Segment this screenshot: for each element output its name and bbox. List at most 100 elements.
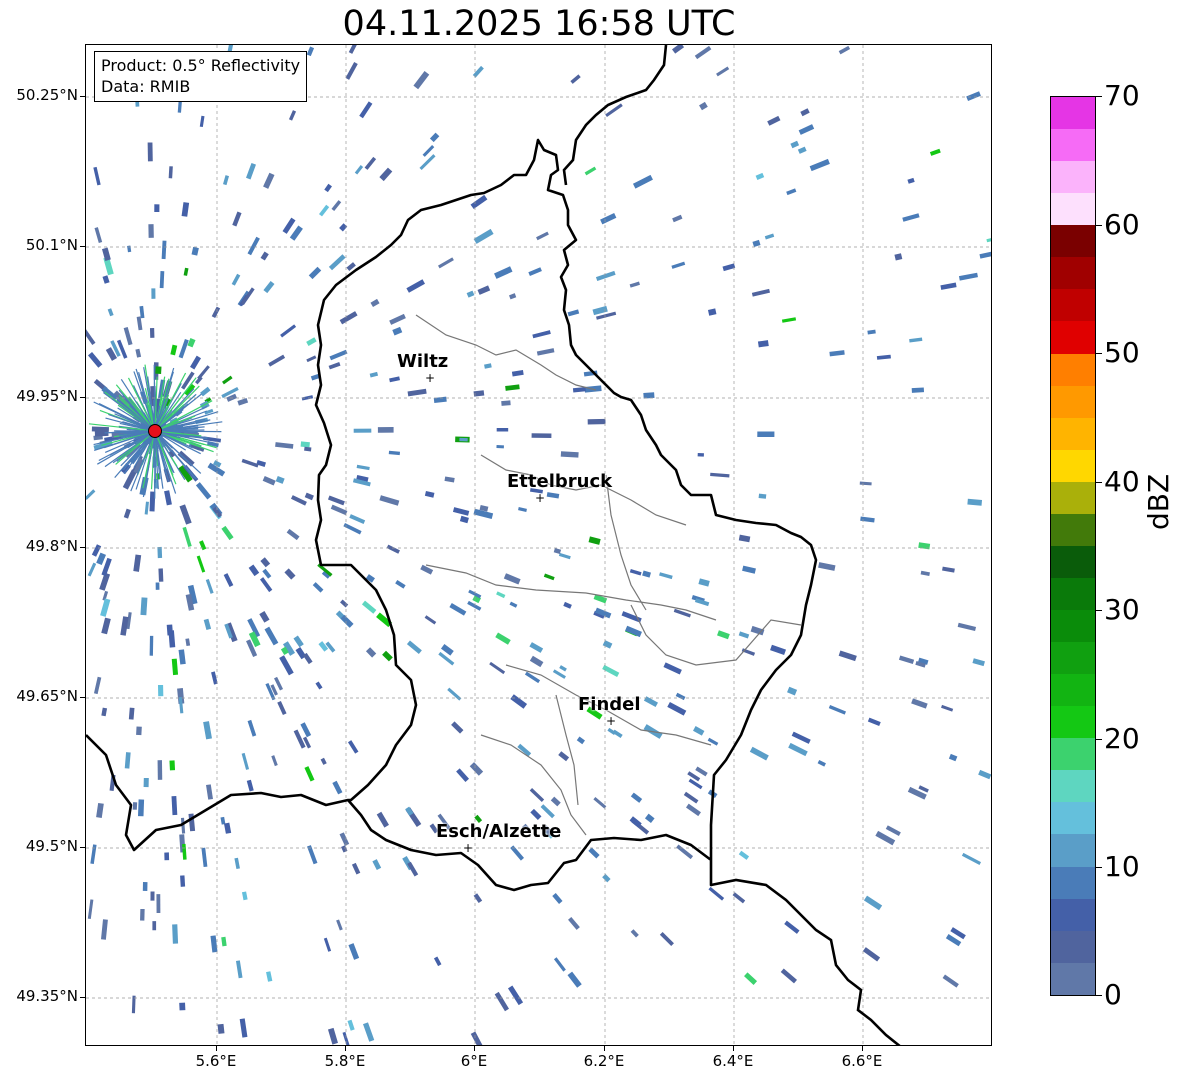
radar-echo [284, 568, 296, 580]
radar-echo [96, 802, 104, 818]
radar-echo [382, 650, 393, 662]
lat-tick-mark [80, 96, 85, 97]
radar-echo [898, 655, 915, 664]
radar-echo [770, 644, 787, 656]
lat-tick-mark [80, 847, 85, 848]
radar-echo [93, 676, 102, 695]
radar-echo [388, 450, 401, 456]
radar-echo [389, 313, 406, 325]
colorbar-segment [1051, 97, 1095, 130]
radar-echo [529, 655, 544, 668]
radar-site-marker [148, 424, 162, 438]
radar-echo [560, 451, 579, 458]
lon-tick-label: 6.4°E [712, 1052, 754, 1070]
radar-echo [151, 288, 156, 299]
radar-echo [234, 857, 240, 870]
radar-echo [359, 101, 373, 119]
radar-map[interactable] [85, 44, 992, 1046]
radar-echo [867, 329, 876, 335]
radar-echo [717, 630, 730, 640]
radar-echo [152, 921, 157, 931]
radar-echo [304, 766, 315, 782]
lon-tick-label: 5.6°E [195, 1052, 237, 1070]
radar-echo [241, 458, 259, 468]
colorbar-segment [1051, 225, 1095, 258]
radar-echo [576, 736, 585, 745]
city-label-ettelbruck: Ettelbruck [507, 471, 613, 492]
colorbar-tick [1096, 995, 1102, 996]
radar-echo [630, 929, 639, 938]
radar-echo [221, 936, 227, 947]
radar-echo [902, 213, 920, 222]
radar-echo [495, 632, 511, 645]
lon-tick-label: 6.6°E [841, 1052, 883, 1070]
radar-echo [101, 707, 108, 717]
radar-echo [698, 578, 710, 587]
lat-tick-label: 49.35°N [16, 987, 78, 1005]
district-boundary [605, 474, 647, 611]
radar-echo [505, 384, 520, 391]
radar-echo [791, 731, 811, 744]
colorbar-segment [1051, 193, 1095, 226]
radar-echo [206, 784, 213, 800]
radar-echo [859, 481, 872, 486]
city-marker: + [535, 491, 546, 505]
radar-echo [788, 742, 808, 757]
lon-tick-mark [604, 1046, 605, 1051]
radar-echo [386, 544, 400, 554]
radar-echo [377, 427, 394, 433]
colorbar-tick [1096, 225, 1102, 226]
radar-echo [595, 270, 616, 282]
radar-echo [300, 722, 312, 738]
lon-tick-label: 5.8°E [324, 1052, 366, 1070]
radar-echo [738, 850, 750, 860]
radar-echo [94, 227, 103, 243]
radar-echo [164, 490, 172, 506]
radar-echo [742, 565, 756, 574]
radar-echo [536, 348, 555, 356]
radar-echo [941, 704, 954, 712]
colorbar-segment [1051, 321, 1095, 354]
radar-echo [329, 349, 348, 361]
radar-echo [183, 267, 189, 276]
radar-echo [158, 568, 164, 582]
radar-echo [137, 799, 145, 817]
radar-echo [205, 578, 214, 594]
radar-echo [318, 641, 329, 652]
radar-echo [911, 387, 925, 393]
colorbar-segment [1051, 577, 1095, 610]
radar-echo [340, 614, 354, 628]
radar-echo [451, 721, 464, 734]
radar-echo [157, 684, 164, 697]
radar-echo [438, 651, 455, 666]
colorbar-label: 30 [1104, 593, 1140, 626]
radar-echo [100, 598, 111, 617]
colorbar-segment [1051, 481, 1095, 514]
colorbar-segment [1051, 738, 1095, 771]
radar-echo [364, 156, 377, 170]
radar-echo [966, 91, 981, 101]
radar-echo [447, 687, 462, 701]
colorbar-label: 70 [1104, 79, 1140, 112]
radar-echo [340, 599, 349, 608]
radar-echo [224, 822, 232, 834]
radar-echo [570, 74, 581, 84]
radar-echo [530, 808, 542, 821]
radar-echo [429, 132, 440, 143]
radar-echo [986, 236, 991, 243]
radar-echo [558, 552, 571, 560]
radar-echo [293, 635, 304, 648]
radar-echo [345, 61, 358, 80]
radar-echo [838, 45, 851, 55]
radar-echo [863, 895, 883, 911]
radar-echo [875, 830, 896, 846]
radar-echo [602, 640, 613, 649]
radar-echo [370, 298, 380, 308]
radar-echo [86, 328, 96, 345]
colorbar-segment [1051, 642, 1095, 675]
radar-echo [246, 162, 256, 180]
radar-echo [809, 158, 830, 172]
radar-echo [182, 526, 192, 548]
lon-tick-mark [474, 1046, 475, 1051]
lat-tick-mark [80, 397, 85, 398]
